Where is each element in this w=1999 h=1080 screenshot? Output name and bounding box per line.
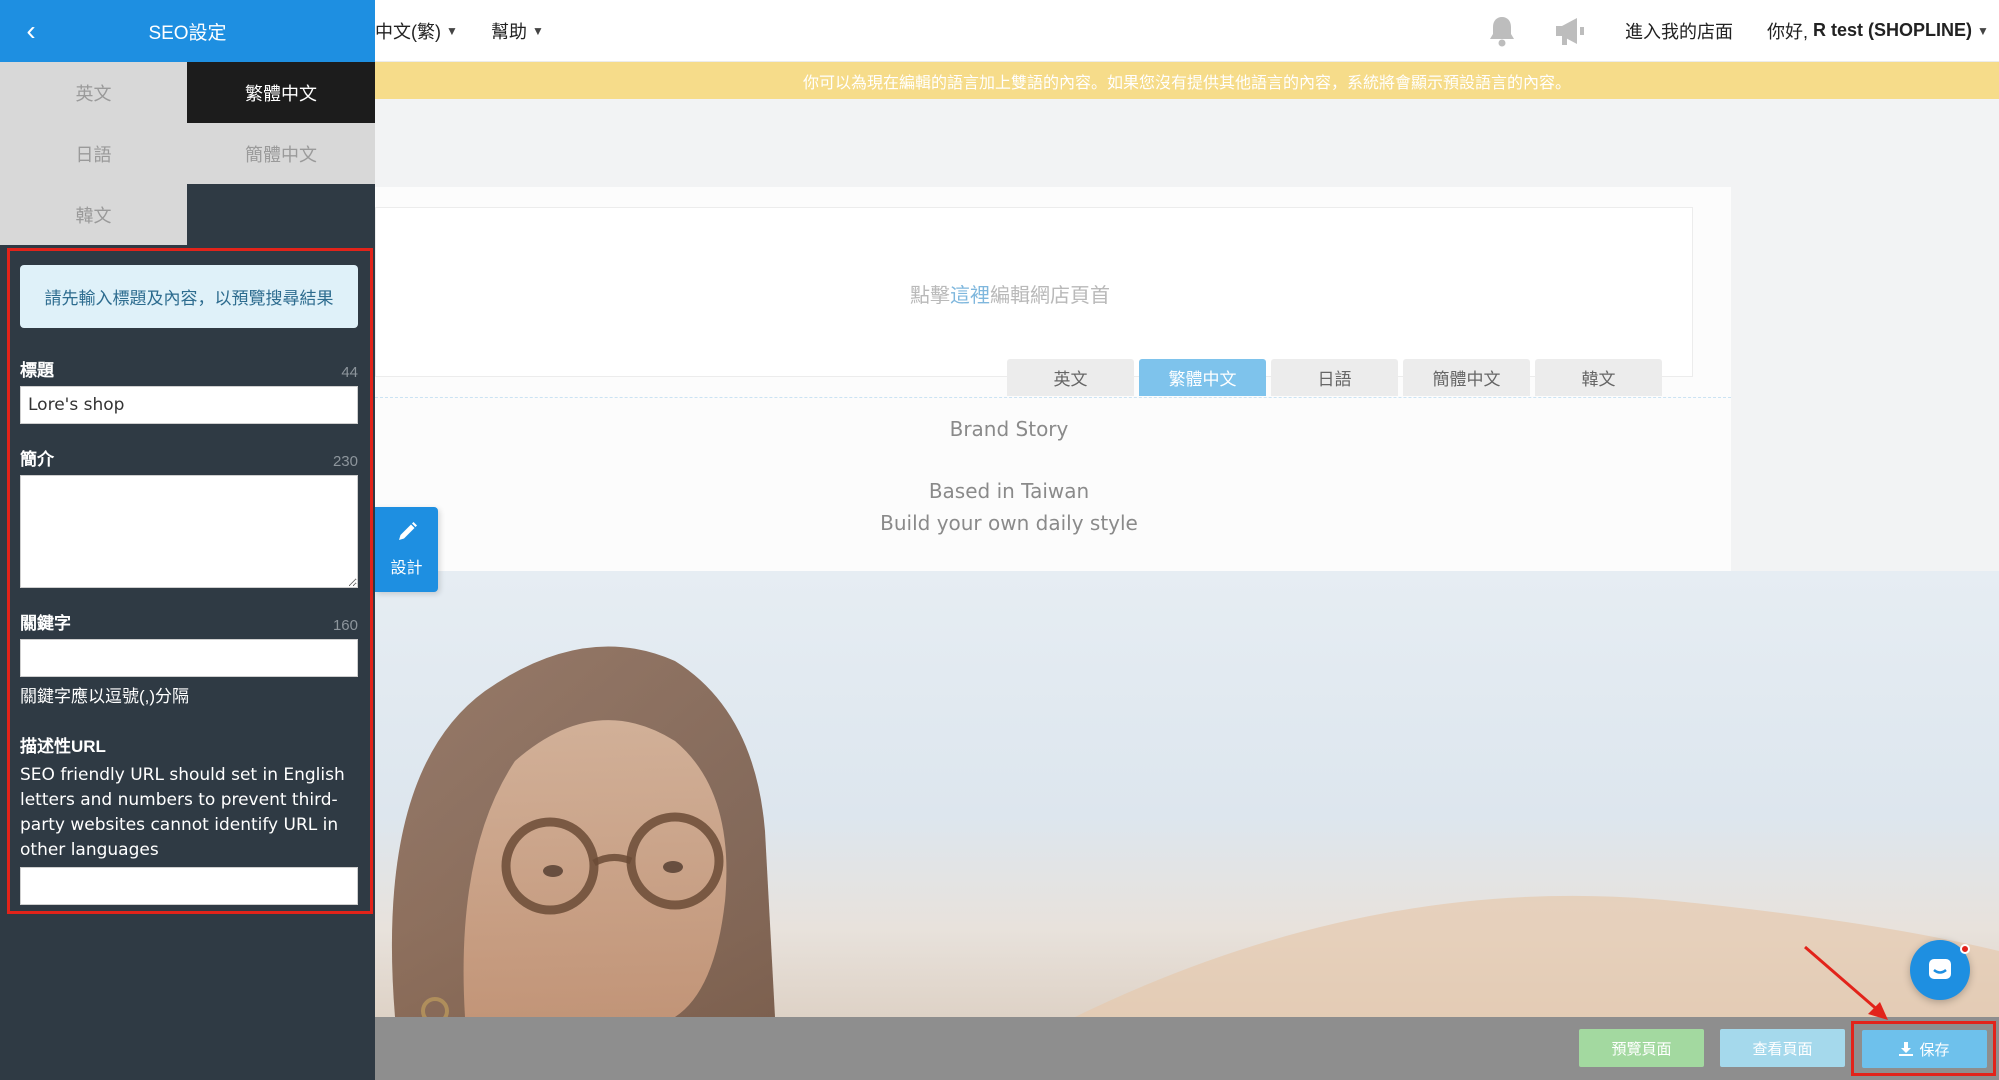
preview-page-button[interactable]: 預覽頁面 (1579, 1029, 1704, 1067)
bottom-action-bar: 預覽頁面 查看頁面 保存 (375, 1017, 1999, 1080)
pencil-icon (396, 521, 418, 548)
title-char-count: 44 (341, 364, 358, 381)
language-dropdown[interactable]: 中文(繁) ▼ (375, 18, 458, 44)
story-line-1: Based in Taiwan (928, 479, 1090, 503)
summary-label: 簡介 (20, 450, 54, 469)
keywords-label: 關鍵字 (20, 614, 71, 633)
chevron-down-icon: ▼ (1977, 23, 1989, 38)
title-field-header: 標題 44 (20, 356, 358, 381)
bell-icon[interactable] (1486, 14, 1518, 48)
help-dropdown-label: 幫助 (491, 21, 527, 42)
top-navbar: 中文(繁) ▼ 幫助 ▼ 進入我的店面 你好, R test (SHOPLINE… (375, 0, 1999, 62)
notification-dot (1960, 944, 1970, 954)
seo-sidebar: ‹ SEO設定 英文 繁體中文 日語 簡體中文 韓文 請先輸入標題及內容，以預覽… (0, 0, 375, 1080)
story-spacer (375, 445, 1643, 475)
save-label: 保存 (1919, 1041, 1950, 1059)
url-label: 描述性URL (20, 737, 106, 756)
hero-banner-image (375, 571, 1999, 1017)
edit-prompt-suffix: 編輯網店頁首 (990, 284, 1110, 307)
summary-textarea[interactable] (20, 475, 358, 588)
design-button[interactable]: 設計 (375, 507, 438, 592)
title-label: 標題 (20, 361, 54, 380)
language-selector: 英文 繁體中文 日語 簡體中文 韓文 (0, 62, 375, 245)
edit-prompt-prefix: 點擊 (910, 284, 950, 307)
language-dropdown-label: 中文(繁) (375, 21, 441, 42)
user-name: R test (SHOPLINE) (1813, 20, 1973, 40)
enter-store-link[interactable]: 進入我的店面 (1625, 18, 1733, 44)
lang-option-korean[interactable]: 韓文 (0, 184, 187, 245)
header-edit-prompt: 點擊 這裡 編輯網店頁首 (376, 208, 1644, 378)
story-title: Brand Story (949, 417, 1069, 441)
tab-simplified-chinese[interactable]: 簡體中文 (1403, 359, 1530, 396)
keywords-helper: 關鍵字應以逗號(,)分隔 (20, 687, 190, 706)
user-menu[interactable]: 你好, R test (SHOPLINE) ▼ (1767, 18, 1989, 44)
edit-header-link[interactable]: 這裡 (950, 279, 990, 308)
store-content-block: 點擊 這裡 編輯網店頁首 英文 繁體中文 日語 簡體中文 韓文 Brand St… (375, 187, 1731, 571)
lang-option-japanese[interactable]: 日語 (0, 123, 187, 184)
url-input[interactable] (20, 867, 358, 905)
greeting-prefix: 你好, (1767, 21, 1809, 42)
help-dropdown[interactable]: 幫助 ▼ (491, 18, 544, 44)
content-language-tabs: 英文 繁體中文 日語 簡體中文 韓文 (1007, 359, 1662, 396)
header-edit-box[interactable]: 點擊 這裡 編輯網店頁首 (375, 207, 1693, 377)
view-page-button[interactable]: 查看頁面 (1720, 1029, 1845, 1067)
save-button[interactable]: 保存 (1862, 1030, 1987, 1068)
tab-korean[interactable]: 韓文 (1535, 359, 1662, 396)
title-input[interactable] (20, 386, 358, 424)
chevron-down-icon: ▼ (446, 23, 458, 38)
story-line-2: Build your own daily style (880, 511, 1138, 535)
sidebar-title: SEO設定 (148, 22, 227, 44)
seo-form-panel: 請先輸入標題及內容，以預覽搜尋結果 標題 44 簡介 230 關鍵字 160 關… (7, 248, 373, 914)
url-description: SEO friendly URL should set in English l… (20, 765, 345, 860)
megaphone-icon[interactable] (1553, 15, 1587, 47)
lang-grid-empty (187, 184, 375, 245)
section-divider (375, 397, 1731, 398)
summary-field-header: 簡介 230 (20, 445, 358, 470)
tab-traditional-chinese[interactable]: 繁體中文 (1139, 359, 1266, 396)
tab-japanese[interactable]: 日語 (1271, 359, 1398, 396)
chevron-left-icon[interactable]: ‹ (14, 14, 48, 48)
chevron-down-icon: ▼ (532, 23, 544, 38)
brand-story: Brand Story Based in Taiwan Build your o… (375, 413, 1643, 539)
tab-english[interactable]: 英文 (1007, 359, 1134, 396)
seo-preview-hint: 請先輸入標題及內容，以預覽搜尋結果 (20, 265, 358, 328)
lang-option-simplified-chinese[interactable]: 簡體中文 (187, 123, 375, 184)
summary-char-count: 230 (332, 453, 358, 470)
store-preview-area: 點擊 這裡 編輯網店頁首 英文 繁體中文 日語 簡體中文 韓文 Brand St… (375, 99, 1999, 1017)
download-icon (1899, 1042, 1914, 1056)
lang-option-traditional-chinese[interactable]: 繁體中文 (187, 62, 375, 123)
keywords-field-header: 關鍵字 160 (20, 609, 358, 634)
design-label: 設計 (390, 560, 423, 577)
annotation-arrow-icon (1804, 945, 1888, 1020)
sidebar-header: ‹ SEO設定 (0, 0, 375, 62)
lang-option-english[interactable]: 英文 (0, 62, 187, 123)
language-notice-banner: 你可以為現在編輯的語言加上雙語的內容。如果您沒有提供其他語言的內容，系統將會顯示… (375, 62, 1999, 99)
keywords-char-count: 160 (332, 617, 358, 634)
keywords-input[interactable] (20, 639, 358, 677)
